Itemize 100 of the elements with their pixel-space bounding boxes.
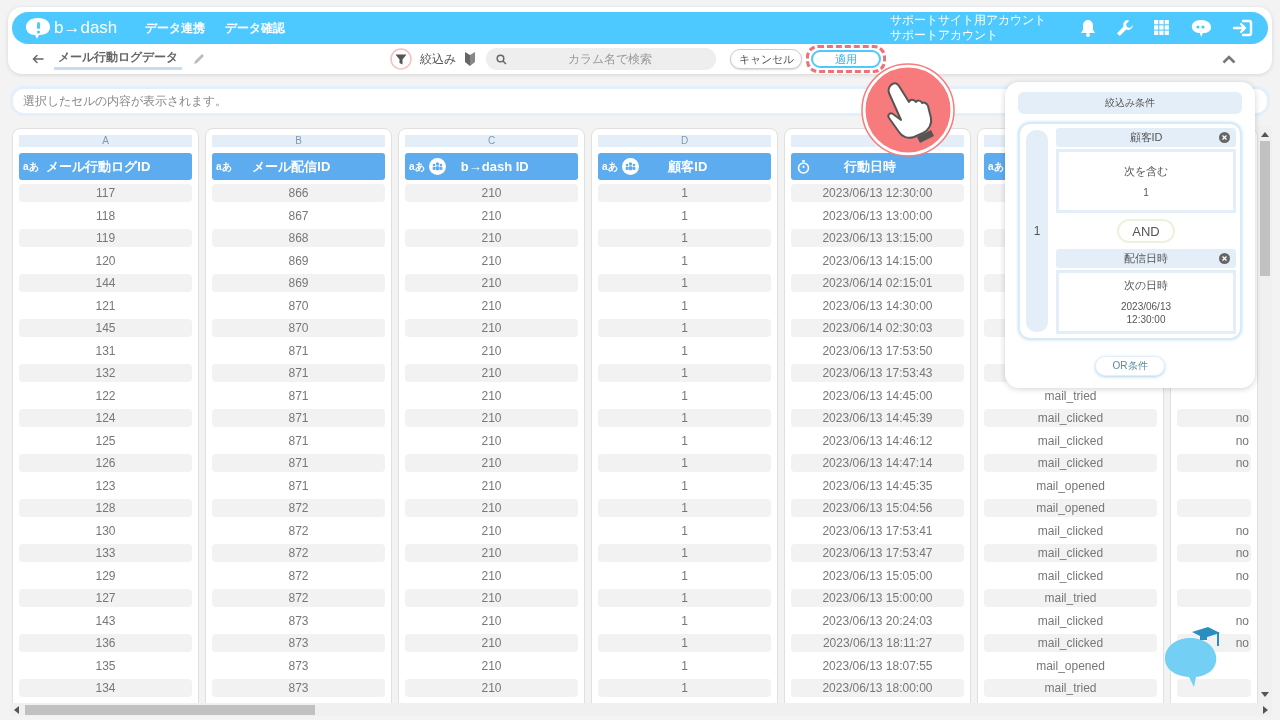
collapse-caret-icon[interactable]: [1222, 54, 1236, 64]
table-cell-text: 1: [680, 477, 689, 495]
people-icon: [621, 158, 639, 175]
condition-value: 2023/06/13 12:30:00: [1119, 300, 1173, 326]
table-cell: 1: [598, 184, 771, 202]
and-button[interactable]: AND: [1117, 219, 1175, 243]
table-cell-text: 210: [480, 342, 503, 360]
table-cell: 869: [212, 274, 385, 292]
table-cell: mail_tried: [984, 679, 1157, 697]
table-cell: 210: [405, 679, 578, 697]
condition-body[interactable]: 次を含む 1: [1056, 149, 1236, 213]
table-cell: 2023/06/13 15:00:00: [791, 589, 964, 607]
column-letter[interactable]: D: [598, 135, 771, 147]
table-cell-text: no: [1234, 567, 1250, 585]
table-cell: 210: [405, 274, 578, 292]
table-cell: 136: [19, 634, 192, 652]
table-cell-text: 872: [287, 567, 310, 585]
logo-icon: [24, 16, 52, 40]
table-cell-text: 2023/06/13 14:30:00: [821, 297, 934, 315]
table-cell: 210: [405, 589, 578, 607]
scroll-thumb[interactable]: [1260, 141, 1270, 276]
table-cell: 2023/06/13 17:53:43: [791, 364, 964, 382]
table-cell-text: 121: [94, 297, 117, 315]
column-title: メール行動ログID: [45, 157, 152, 176]
close-icon[interactable]: [1219, 132, 1230, 143]
column-header[interactable]: aあ メール配信ID: [212, 153, 385, 180]
table-cell-text: 873: [287, 657, 310, 675]
table-cell-text: mail_clicked: [1036, 567, 1105, 585]
column-header[interactable]: aあ 顧客ID: [598, 153, 771, 180]
timer-icon: [797, 159, 810, 174]
back-arrow-icon[interactable]: [32, 54, 44, 64]
table-cell: 1: [598, 364, 771, 382]
column-letter[interactable]: B: [212, 135, 385, 147]
table-cell-text: 2023/06/13 17:53:41: [821, 522, 934, 540]
beginner-leaf-icon[interactable]: [464, 51, 476, 67]
table-cell-text: 125: [94, 432, 117, 450]
table-cell: 1: [598, 319, 771, 337]
table-cell-text: 1: [680, 342, 689, 360]
table-cell: 868: [212, 229, 385, 247]
table-cell: 1: [598, 589, 771, 607]
table-cell-text: 210: [480, 297, 503, 315]
table-cell: 873: [212, 679, 385, 697]
table-cell-text: no: [1234, 432, 1250, 450]
column-header[interactable]: 行動日時: [791, 153, 964, 180]
table-cell-text: 2023/06/13 14:15:00: [821, 252, 934, 270]
table-cell-text: 122: [94, 387, 117, 405]
scroll-thumb[interactable]: [25, 704, 315, 715]
column-header[interactable]: aあ メール行動ログID: [19, 153, 192, 180]
table-cell-text: mail_clicked: [1036, 432, 1105, 450]
close-icon[interactable]: [1219, 253, 1230, 264]
table-cell: 1: [598, 454, 771, 472]
or-condition-button[interactable]: OR条件: [1095, 356, 1165, 376]
search-icon: [496, 54, 507, 65]
table-cell-text: 871: [287, 387, 310, 405]
table-cell-text: 1: [680, 297, 689, 315]
table-cell-text: 210: [480, 207, 503, 225]
table-cell: 127: [19, 589, 192, 607]
column-letter[interactable]: A: [19, 135, 192, 147]
table-cell: 872: [212, 499, 385, 517]
type-label: aあ: [216, 159, 232, 174]
table-cell-text: 2023/06/13 13:00:00: [821, 207, 934, 225]
scroll-left-icon[interactable]: [14, 705, 19, 714]
table-cell-text: 131: [94, 342, 117, 360]
scroll-down-icon[interactable]: [1261, 692, 1269, 697]
table-cell: 2023/06/13 12:30:00: [791, 184, 964, 202]
table-cell-text: mail_tried: [1043, 387, 1098, 405]
table-cell-text: 1: [680, 387, 689, 405]
table-cell-text: 210: [480, 522, 503, 540]
table-cell-text: 210: [480, 657, 503, 675]
account-name: サポートアカウント: [890, 28, 999, 43]
column-letter[interactable]: C: [405, 135, 578, 147]
table-cell: 119: [19, 229, 192, 247]
column-title: メール配信ID: [251, 157, 332, 176]
nav-link[interactable]: データ連携: [145, 19, 206, 37]
apply-button[interactable]: 適用: [811, 50, 881, 68]
condition-body[interactable]: 次の日時 2023/06/13 12:30:00: [1056, 270, 1236, 334]
type-label: aあ: [602, 159, 618, 174]
table-cell: 210: [405, 544, 578, 562]
table-cell: 144: [19, 274, 192, 292]
scroll-up-icon[interactable]: [1261, 132, 1269, 137]
table-cell: no: [1177, 454, 1251, 472]
table-cell-text: 1: [680, 657, 689, 675]
table-cell-text: 210: [480, 252, 503, 270]
table-cell: 873: [212, 634, 385, 652]
cancel-button[interactable]: キャンセル: [730, 49, 802, 69]
table-cell-text: 210: [480, 477, 503, 495]
table-cell-text: 2023/06/13 14:46:12: [821, 432, 934, 450]
table-cell: 1: [598, 634, 771, 652]
table-cell-text: mail_opened: [1035, 657, 1106, 675]
scroll-right-icon[interactable]: [1263, 705, 1268, 714]
filter-icon[interactable]: [390, 48, 412, 70]
column-header[interactable]: aあ b→dash ID: [405, 153, 578, 180]
table-cell-text: 871: [287, 342, 310, 360]
table-cell: 2023/06/13 14:47:14: [791, 454, 964, 472]
nav-link[interactable]: データ確認: [225, 19, 286, 37]
search-field[interactable]: カラム名で検索: [486, 48, 716, 70]
table-cell: 2023/06/13 14:45:39: [791, 409, 964, 427]
logo-text[interactable]: b→dash: [54, 18, 118, 38]
table-cell: 2023/06/14 02:15:01: [791, 274, 964, 292]
table-cell-text: 135: [94, 657, 117, 675]
